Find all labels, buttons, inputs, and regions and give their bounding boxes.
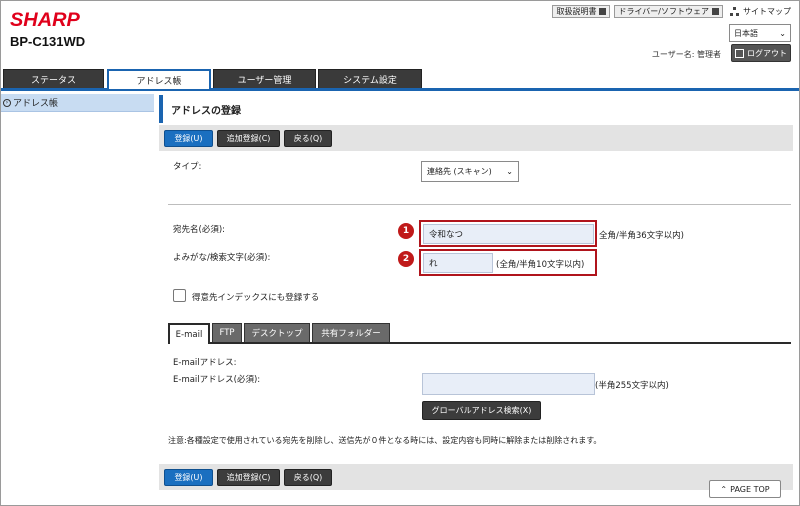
yomi-label: よみがな/検索文字(必須):: [173, 253, 271, 263]
tab-address-book[interactable]: アドレス帳: [107, 69, 211, 89]
sidebar-item-address-book[interactable]: › アドレス帳: [1, 94, 154, 112]
manual-label: 取扱説明書: [556, 7, 597, 16]
deletion-note: 注意:各種設定で使用されている宛先を削除し、送信先が０件となる時には、設定内容も…: [168, 436, 602, 445]
driver-link[interactable]: ドライバー/ソフトウェア: [614, 5, 723, 18]
subtab-ftp[interactable]: FTP: [212, 323, 242, 342]
email-hint: (半角255文字以内): [595, 381, 669, 391]
language-select[interactable]: 日本語 ⌄: [729, 24, 791, 42]
name-input[interactable]: 令和なつ: [423, 224, 594, 244]
sitemap-label: サイトマップ: [743, 7, 791, 16]
back-button[interactable]: 戻る(Q): [284, 129, 332, 147]
sharp-logo: SHARP: [10, 10, 80, 31]
username-display: ユーザー名: 管理者: [651, 50, 721, 59]
external-link-icon: [599, 8, 607, 15]
tab-system-settings[interactable]: システム設定: [318, 69, 422, 88]
sitemap-link[interactable]: サイトマップ: [730, 6, 791, 17]
email-label: E-mailアドレス(必須):: [173, 375, 261, 385]
divider: [168, 204, 791, 205]
tab-user-management[interactable]: ユーザー管理: [213, 69, 316, 88]
index-checkbox[interactable]: [173, 289, 186, 302]
top-links: 取扱説明書 ドライバー/ソフトウェア サイトマップ: [552, 5, 791, 18]
manual-link[interactable]: 取扱説明書: [552, 5, 611, 18]
driver-label: ドライバー/ソフトウェア: [618, 7, 709, 16]
yomi-input[interactable]: れ: [423, 253, 493, 273]
page-title: アドレスの登録: [159, 95, 793, 123]
chevron-up-icon: ⌃: [720, 484, 728, 494]
sidebar-item-label: アドレス帳: [13, 99, 59, 109]
sitemap-icon: [730, 7, 740, 16]
callout-badge-2: 2: [398, 251, 414, 267]
name-label: 宛先名(必須):: [173, 225, 225, 235]
logout-label: ログアウト: [747, 48, 787, 58]
email-input[interactable]: [422, 373, 595, 395]
type-label: タイプ:: [173, 162, 202, 172]
device-model: BP-C131WD: [10, 34, 86, 49]
tab-status[interactable]: ステータス: [3, 69, 104, 88]
chevron-down-icon: ⌄: [779, 28, 786, 38]
logout-button[interactable]: ログアウト: [731, 44, 791, 62]
main-tabbar: ステータス アドレス帳 ユーザー管理 システム設定: [1, 69, 799, 91]
subtab-email[interactable]: E-mail: [168, 323, 210, 344]
name-hint: 全角/半角36文字以内): [599, 231, 684, 241]
email-section-label: E-mailアドレス:: [173, 358, 237, 368]
chevron-down-icon: ⌄: [506, 167, 513, 176]
type-value: 連絡先 (スキャン): [427, 167, 492, 176]
main-content: アドレスの登録 登録(U) 追加登録(C) 戻る(Q) タイプ: 連絡先 (スキ…: [159, 95, 799, 505]
global-address-search-button[interactable]: グローバルアドレス検索(X): [422, 401, 541, 420]
page-top-label: PAGE TOP: [730, 484, 770, 494]
register-button[interactable]: 登録(U): [164, 129, 213, 147]
page-top-button[interactable]: ⌃ PAGE TOP: [709, 480, 781, 498]
logout-icon: [735, 48, 744, 58]
register-button[interactable]: 登録(U): [164, 468, 213, 486]
app-window: SHARP BP-C131WD 取扱説明書 ドライバー/ソフトウェア サイトマッ…: [0, 0, 800, 506]
type-select[interactable]: 連絡先 (スキャン) ⌄: [421, 161, 519, 182]
back-button[interactable]: 戻る(Q): [284, 468, 332, 486]
external-link-icon: [712, 8, 719, 15]
language-value: 日本語: [734, 28, 758, 38]
add-register-button[interactable]: 追加登録(C): [217, 129, 280, 147]
subtab-shared-folder[interactable]: 共有フォルダー: [312, 323, 390, 342]
index-checkbox-label: 得意先インデックスにも登録する: [192, 293, 320, 303]
subtab-desktop[interactable]: デスクトップ: [244, 323, 310, 342]
yomi-hint: (全角/半角10文字以内): [496, 260, 585, 270]
sidebar: › アドレス帳: [1, 91, 155, 505]
chevron-right-icon: ›: [3, 98, 11, 107]
top-button-row: 登録(U) 追加登録(C) 戻る(Q): [159, 125, 793, 151]
callout-badge-1: 1: [398, 223, 414, 239]
destination-subtabs: E-mail FTP デスクトップ 共有フォルダー: [168, 323, 791, 344]
add-register-button[interactable]: 追加登録(C): [217, 468, 280, 486]
bottom-button-row: 登録(U) 追加登録(C) 戻る(Q): [159, 464, 793, 490]
